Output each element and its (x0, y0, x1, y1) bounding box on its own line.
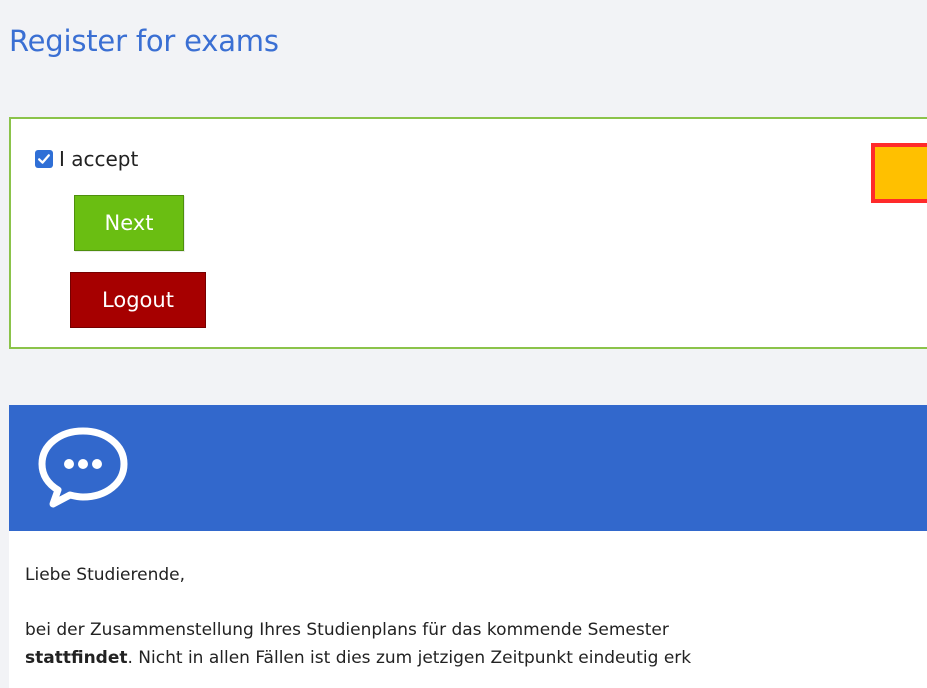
message-line-2: stattfindet. Nicht in allen Fällen ist d… (25, 644, 923, 672)
logout-button[interactable]: Logout (70, 272, 206, 328)
accept-checkbox[interactable] (35, 150, 53, 168)
message-bold-text: stattfindet (25, 648, 128, 668)
message-body: Liebe Studierende, bei der Zusammenstell… (9, 565, 927, 672)
accept-panel: I accept Next Logout (9, 117, 927, 349)
message-header (9, 405, 927, 531)
next-button[interactable]: Next (74, 195, 184, 251)
accept-checkbox-row[interactable]: I accept (35, 147, 138, 171)
checkmark-icon (38, 154, 50, 164)
page-title: Register for exams (9, 24, 279, 58)
chat-bubble-icon (38, 427, 128, 508)
message-line-1: bei der Zusammenstellung Ihres Studienpl… (25, 620, 669, 640)
accept-label: I accept (59, 147, 139, 171)
message-line-2-rest: . Nicht in allen Fällen ist dies zum jet… (127, 648, 692, 668)
message-greeting: Liebe Studierende, (25, 565, 186, 585)
register-exams-page: Register for exams I accept Next Logout … (0, 0, 927, 688)
message-card: Liebe Studierende, bei der Zusammenstell… (9, 405, 927, 688)
highlight-marker (871, 143, 927, 203)
